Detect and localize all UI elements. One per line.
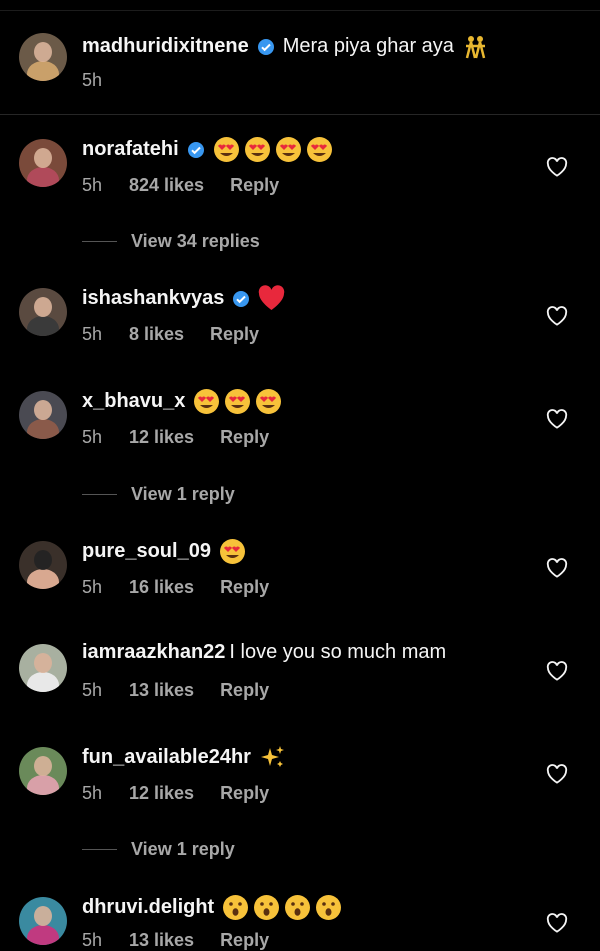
- caption-text: Mera piya ghar aya: [282, 35, 454, 57]
- comment-time: 5h: [82, 324, 103, 344]
- heart-eyes-emoji-icon: [244, 137, 270, 162]
- open-mouth-emoji-icon: [285, 895, 311, 920]
- avatar[interactable]: [19, 33, 67, 81]
- comment-text: I love you so much mam: [229, 641, 447, 663]
- comment-username[interactable]: ishashankvyas: [82, 287, 224, 310]
- heart-outline-icon[interactable]: [546, 306, 568, 326]
- likes-count[interactable]: 824 likes: [129, 175, 204, 196]
- comment-username[interactable]: dhruvi.delight: [82, 896, 214, 919]
- heart-eyes-emoji-icon: [275, 137, 301, 162]
- likes-count[interactable]: 13 likes: [129, 680, 194, 701]
- replies-dash: [82, 849, 117, 850]
- heart-outline-icon[interactable]: [546, 661, 568, 681]
- likes-count[interactable]: 13 likes: [129, 930, 194, 951]
- comment-time: 5h: [82, 930, 103, 950]
- heart-eyes-emoji-icon: [306, 137, 332, 162]
- comment-username[interactable]: x_bhavu_x: [82, 390, 185, 413]
- verified-badge-icon: [233, 290, 250, 307]
- reply-button[interactable]: Reply: [230, 175, 279, 196]
- comment-username[interactable]: iamraazkhan22: [82, 641, 225, 664]
- reply-button[interactable]: Reply: [220, 930, 269, 951]
- comment-time: 5h: [82, 175, 103, 195]
- avatar[interactable]: [19, 139, 67, 187]
- heart-eyes-emoji-icon: [256, 389, 282, 414]
- view-replies-button[interactable]: View 1 reply: [82, 839, 235, 860]
- heart-eyes-emoji-icon: [225, 389, 251, 414]
- heart-outline-icon[interactable]: [546, 913, 568, 933]
- heart-outline-icon[interactable]: [546, 409, 568, 429]
- comment-time: 5h: [82, 427, 103, 447]
- comment-username[interactable]: fun_available24hr: [82, 746, 251, 769]
- view-replies-label: View 1 reply: [131, 484, 235, 504]
- reply-button[interactable]: Reply: [220, 783, 269, 804]
- comment-username[interactable]: norafatehi: [82, 138, 179, 161]
- view-replies-label: View 1 reply: [131, 839, 235, 859]
- avatar[interactable]: [19, 541, 67, 589]
- avatar[interactable]: [19, 391, 67, 439]
- view-replies-button[interactable]: View 1 reply: [82, 484, 235, 505]
- reply-button[interactable]: Reply: [220, 577, 269, 598]
- heart-outline-icon[interactable]: [546, 764, 568, 784]
- avatar[interactable]: [19, 747, 67, 795]
- comment-time: 5h: [82, 680, 103, 700]
- avatar[interactable]: [19, 897, 67, 945]
- likes-count[interactable]: 12 likes: [129, 783, 194, 804]
- likes-count[interactable]: 8 likes: [129, 324, 184, 345]
- replies-dash: [82, 494, 117, 495]
- open-mouth-emoji-icon: [254, 895, 280, 920]
- open-mouth-emoji-icon: [316, 895, 342, 920]
- top-divider: [0, 10, 600, 11]
- heart-outline-icon[interactable]: [546, 157, 568, 177]
- replies-dash: [82, 241, 117, 242]
- heart-outline-icon[interactable]: [546, 558, 568, 578]
- heart-eyes-emoji-icon: [219, 539, 245, 564]
- verified-badge-icon: [187, 141, 204, 158]
- reply-button[interactable]: Reply: [220, 427, 269, 448]
- open-mouth-emoji-icon: [223, 895, 249, 920]
- reply-button[interactable]: Reply: [220, 680, 269, 701]
- caption-username[interactable]: madhuridixitnene: [82, 35, 249, 58]
- heart-eyes-emoji-icon: [213, 137, 239, 162]
- comment-time: 5h: [82, 783, 103, 803]
- avatar[interactable]: [19, 288, 67, 336]
- heart-eyes-emoji-icon: [194, 389, 220, 414]
- view-replies-label: View 34 replies: [131, 231, 260, 251]
- caption-time: 5h: [82, 70, 103, 90]
- avatar[interactable]: [19, 644, 67, 692]
- verified-badge-icon: [257, 38, 274, 55]
- reply-button[interactable]: Reply: [210, 324, 259, 345]
- red-heart-emoji-icon: [259, 285, 285, 310]
- view-replies-button[interactable]: View 34 replies: [82, 231, 260, 252]
- caption-divider: [0, 114, 600, 115]
- comment-username[interactable]: pure_soul_09: [82, 540, 211, 563]
- dancers-emoji-icon: [462, 33, 489, 60]
- likes-count[interactable]: 12 likes: [129, 427, 194, 448]
- comment-time: 5h: [82, 577, 103, 597]
- likes-count[interactable]: 16 likes: [129, 577, 194, 598]
- sparkles-emoji-icon: [260, 746, 284, 767]
